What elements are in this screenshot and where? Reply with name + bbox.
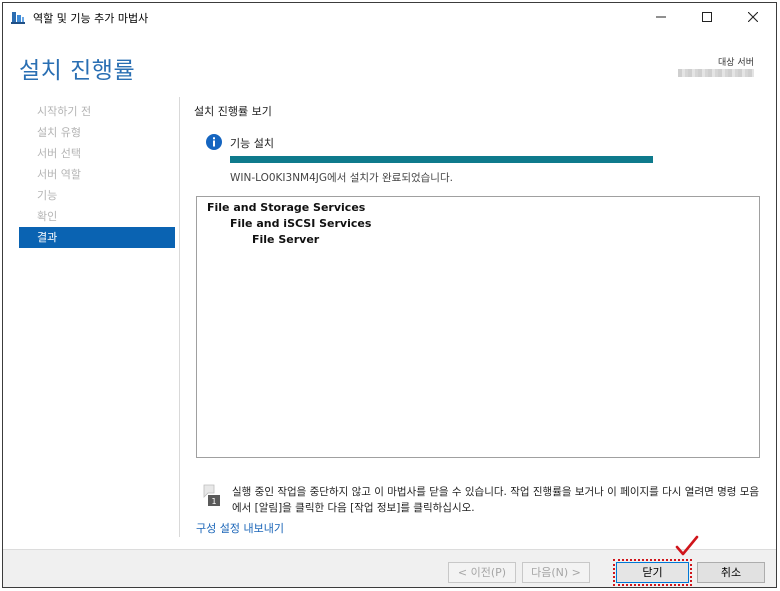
section-heading: 설치 진행률 보기 <box>194 105 272 118</box>
progress-fill <box>230 156 653 163</box>
title-bar: 역할 및 기능 추가 마법사 <box>3 3 776 31</box>
maximize-icon <box>702 12 712 22</box>
previous-button[interactable]: < 이전(P) <box>448 562 516 583</box>
nav-item-server-selection: 서버 선택 <box>37 147 81 160</box>
close-icon <box>748 12 758 22</box>
tree-item-file-and-iscsi-services: File and iSCSI Services <box>230 217 372 230</box>
target-server-value-redacted <box>678 69 754 77</box>
svg-text:1: 1 <box>211 497 216 506</box>
close-wizard-note: 실행 중인 작업을 중단하지 않고 이 마법사를 닫을 수 있습니다. 작업 진… <box>232 486 760 514</box>
next-button[interactable]: 다음(N) > <box>522 562 590 583</box>
status-label: 기능 설치 <box>230 137 274 150</box>
close-button[interactable]: 닫기 <box>616 562 689 583</box>
tree-item-file-and-storage-services: File and Storage Services <box>207 201 366 214</box>
flag-note-icon: 1 <box>203 484 220 506</box>
installation-result-text: WIN-LO0KI3NM4JG에서 설치가 완료되었습니다. <box>230 172 453 184</box>
maximize-button[interactable] <box>684 3 730 31</box>
checkmark-icon <box>675 535 699 556</box>
progress-bar <box>230 156 653 163</box>
results-list[interactable]: File and Storage Services File and iSCSI… <box>196 196 760 458</box>
content-pane: 설치 진행률 보기 기능 설치 WIN-LO0KI3NM4JG에서 설치가 완료… <box>179 97 765 537</box>
nav-item-confirmation: 확인 <box>37 210 58 223</box>
window-title: 역할 및 기능 추가 마법사 <box>33 12 149 25</box>
nav-item-installation-type: 설치 유형 <box>37 126 81 139</box>
tree-item-file-server: File Server <box>252 233 320 246</box>
info-icon <box>206 134 222 150</box>
nav-item-before-you-begin: 시작하기 전 <box>37 105 92 118</box>
export-configuration-link[interactable]: 구성 설정 내보내기 <box>196 520 284 536</box>
wizard-window: 역할 및 기능 추가 마법사 설치 진행률 대상 서버 시작하기 전 설치 유형… <box>2 2 777 588</box>
cancel-button[interactable]: 취소 <box>697 562 765 583</box>
nav-item-features: 기능 <box>37 189 58 202</box>
close-window-button[interactable] <box>730 3 776 31</box>
wizard-footer: < 이전(P) 다음(N) > 닫기 취소 <box>3 549 776 587</box>
server-manager-icon <box>11 12 25 24</box>
nav-item-results[interactable]: 결과 <box>19 227 175 248</box>
target-server-label: 대상 서버 <box>718 58 754 68</box>
wizard-header: 설치 진행률 대상 서버 <box>3 31 776 89</box>
minimize-icon <box>656 16 666 18</box>
wizard-steps-nav: 시작하기 전 설치 유형 서버 선택 서버 역할 기능 확인 결과 <box>19 101 175 248</box>
minimize-button[interactable] <box>638 3 684 31</box>
nav-item-server-roles: 서버 역할 <box>37 168 81 181</box>
page-title: 설치 진행률 <box>19 58 136 84</box>
